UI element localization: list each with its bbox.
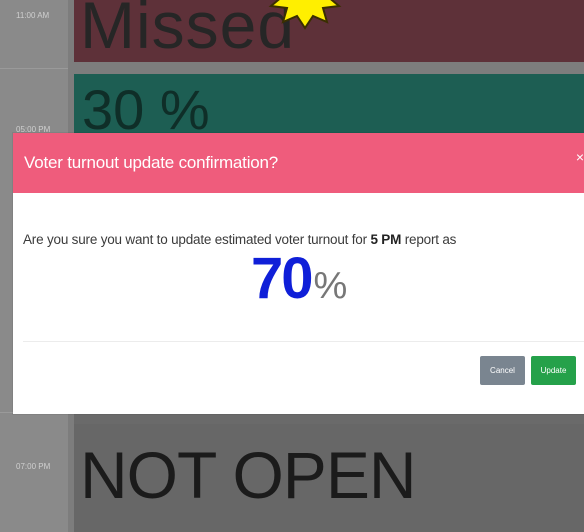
question-text-end: report as [401, 232, 457, 247]
row-divider [0, 68, 68, 69]
slot-not-open-text: NOT OPEN [80, 438, 417, 512]
cancel-button[interactable]: Cancel [480, 356, 525, 385]
modal-divider [23, 341, 584, 342]
question-time: 5 PM [370, 232, 402, 247]
slot-thirty-text: 30 % [82, 78, 210, 135]
turnout-value: 70% [251, 245, 347, 312]
turnout-number: 70 [251, 246, 313, 311]
modal-title: Voter turnout update confirmation? [24, 153, 279, 172]
turnout-unit: % [313, 265, 348, 307]
slot-not-open[interactable]: NOT OPEN [74, 424, 584, 532]
starburst-icon [268, 0, 342, 30]
slot-thirty-percent[interactable]: 30 % [74, 74, 584, 134]
update-button[interactable]: Update [531, 356, 576, 385]
modal-header: Voter turnout update confirmation? × [13, 133, 584, 193]
confirmation-modal: Voter turnout update confirmation? × Are… [13, 133, 584, 414]
time-label: 07:00 PM [16, 462, 51, 471]
time-label: 11:00 AM [16, 11, 50, 20]
close-icon[interactable]: × [576, 149, 584, 165]
modal-question: Are you sure you want to update estimate… [23, 232, 456, 247]
